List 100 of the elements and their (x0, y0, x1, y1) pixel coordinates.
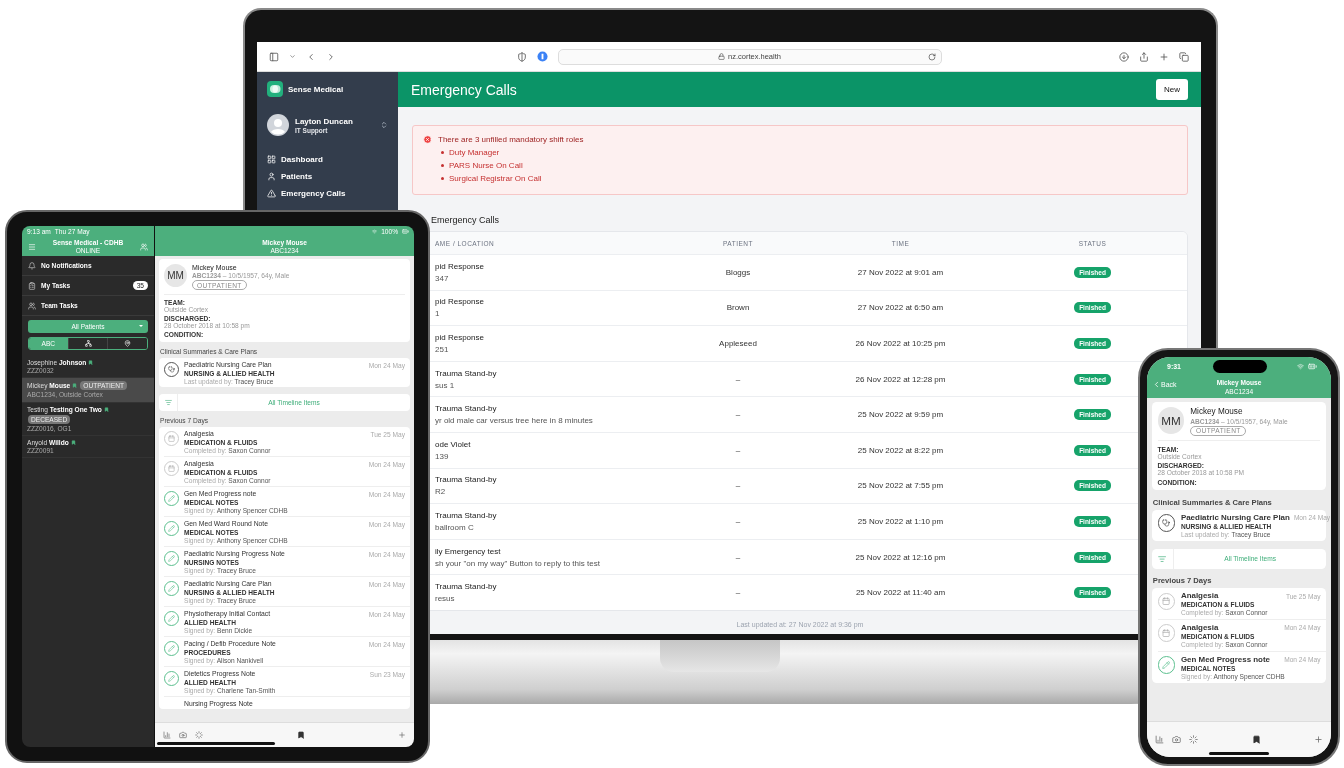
section-title: Emergency Calls (431, 215, 501, 225)
chart-icon[interactable] (163, 731, 171, 739)
patient-cell-text: – (734, 445, 742, 455)
patient-cell-text: – (734, 588, 742, 598)
error-icon (423, 135, 432, 144)
back-icon[interactable] (306, 51, 316, 62)
people-icon[interactable] (140, 242, 148, 251)
download-icon[interactable] (1119, 51, 1129, 62)
time-cell-text: 27 Nov 2022 at 9:01 am (856, 267, 945, 277)
spinner-icon[interactable] (1189, 735, 1198, 744)
call-location: 251 (435, 345, 450, 354)
call-name: pid Response (435, 333, 485, 342)
new-tab-icon[interactable] (1159, 51, 1169, 62)
bookmark-icon (70, 439, 76, 445)
time-cell-text: 25 Nov 2022 at 8:22 pm (856, 445, 945, 455)
add-icon[interactable] (398, 731, 406, 739)
call-name: pid Response (435, 261, 485, 271)
call-location: yr old male car versus tree here in 8 minutes (435, 416, 594, 426)
new-button[interactable]: New (1156, 79, 1188, 100)
patient-cell-text: Appleseed (718, 339, 758, 348)
patient-name: Mickey Mouse (1190, 407, 1243, 417)
call-name: ode Violet (435, 439, 472, 449)
time-cell-text: 26 Nov 2022 at 12:28 pm (854, 374, 947, 384)
battery-icon (1308, 362, 1317, 371)
spinner-icon[interactable] (195, 731, 203, 739)
call-location: 347 (435, 273, 450, 283)
lock-icon (718, 53, 725, 60)
user-name: Layton Duncan (295, 116, 354, 126)
shield-icon[interactable] (516, 51, 527, 62)
back-icon (1152, 380, 1161, 389)
bookmark-icon (72, 383, 78, 389)
alert-item: Surgical Registrar On Call (449, 174, 542, 183)
camera-icon[interactable] (179, 731, 187, 739)
time-cell-text: 25 Nov 2022 at 7:55 pm (856, 481, 945, 491)
bullet-icon (441, 164, 444, 167)
call-location: sus 1 (435, 380, 456, 390)
home-indicator (1209, 752, 1269, 755)
bullet-icon (441, 151, 444, 154)
sidebar-toggle-icon[interactable] (269, 51, 279, 62)
call-location: 139 (435, 451, 450, 461)
call-name: ily Emergency test (435, 546, 502, 556)
dashboard-icon (267, 155, 276, 164)
sort-segment[interactable] (107, 338, 147, 349)
alert-title: There are 3 unfilled mandatory shift roles (438, 135, 584, 144)
brand-name: Sense Medical (288, 84, 344, 94)
time-cell-text: 25 Nov 2022 at 9:59 pm (856, 410, 945, 420)
bookmark-icon (103, 406, 109, 412)
camera-island (1213, 360, 1267, 373)
call-name: Trauma Stand-by (435, 510, 498, 520)
avatar-icon (267, 114, 289, 136)
call-name: Trauma Stand-by (435, 368, 498, 378)
tabs-icon[interactable] (1179, 51, 1189, 62)
nav-item[interactable]: Emergency Calls (267, 187, 388, 200)
patient-cell-text: Brown (725, 303, 751, 313)
share-icon[interactable] (1139, 51, 1149, 62)
patient-cell-text: Bloggs (724, 267, 752, 277)
patient-cell-text: – (734, 410, 742, 420)
filter-icon (164, 399, 172, 406)
call-location: sh your "on my way" Button to reply to this test (435, 558, 601, 568)
initials-avatar: MM (164, 264, 187, 287)
bookmark-icon[interactable] (1251, 735, 1261, 744)
alert-item: Duty Manager (449, 148, 500, 157)
time-cell-text: 25 Nov 2022 at 1:10 pm (856, 516, 945, 526)
call-location: resus (435, 594, 456, 604)
menu-icon[interactable] (28, 242, 36, 251)
camera-icon[interactable] (1172, 735, 1181, 744)
call-name: Trauma Stand-by (435, 582, 498, 592)
nav-item[interactable]: Patients (267, 170, 388, 183)
call-location: 1 (435, 309, 441, 319)
patient-cell-text: – (734, 552, 742, 562)
time-cell-text: 27 Nov 2022 at 6:50 am (856, 303, 945, 313)
time-cell-text: 25 Nov 2022 at 11:40 am (854, 588, 947, 598)
bullet-icon (441, 177, 444, 180)
reload-icon[interactable] (927, 52, 936, 61)
filter-icon (1158, 554, 1167, 564)
chevron-down-icon[interactable] (289, 53, 296, 60)
forward-icon[interactable] (326, 51, 336, 62)
initials-avatar: MM (1157, 407, 1185, 435)
call-name: pid Response (435, 297, 485, 307)
alert-item: PARS Nurse On Call (449, 161, 523, 170)
expand-icon[interactable] (380, 121, 388, 129)
location-icon (124, 340, 132, 347)
patient-cell-text: – (734, 481, 742, 491)
nav-item[interactable]: Dashboard (267, 153, 388, 166)
battery-icon (402, 228, 409, 235)
wifi-icon (372, 229, 378, 234)
warning-icon (267, 189, 276, 198)
call-location: R2 (435, 487, 447, 497)
bookmark-icon[interactable] (296, 731, 305, 739)
call-name: Trauma Stand-by (435, 404, 498, 414)
clipboard-icon (28, 281, 36, 290)
people-icon (28, 301, 36, 310)
call-name: Trauma Stand-by (435, 475, 498, 485)
chart-icon[interactable] (1155, 735, 1164, 744)
password-manager-icon[interactable] (536, 51, 548, 62)
brand-logo (267, 81, 283, 97)
time-cell-text: 26 Nov 2022 at 10:25 pm (854, 339, 947, 348)
patient-cell-text: – (734, 516, 742, 526)
add-icon[interactable] (1314, 735, 1323, 744)
wifi-icon (1297, 363, 1304, 370)
